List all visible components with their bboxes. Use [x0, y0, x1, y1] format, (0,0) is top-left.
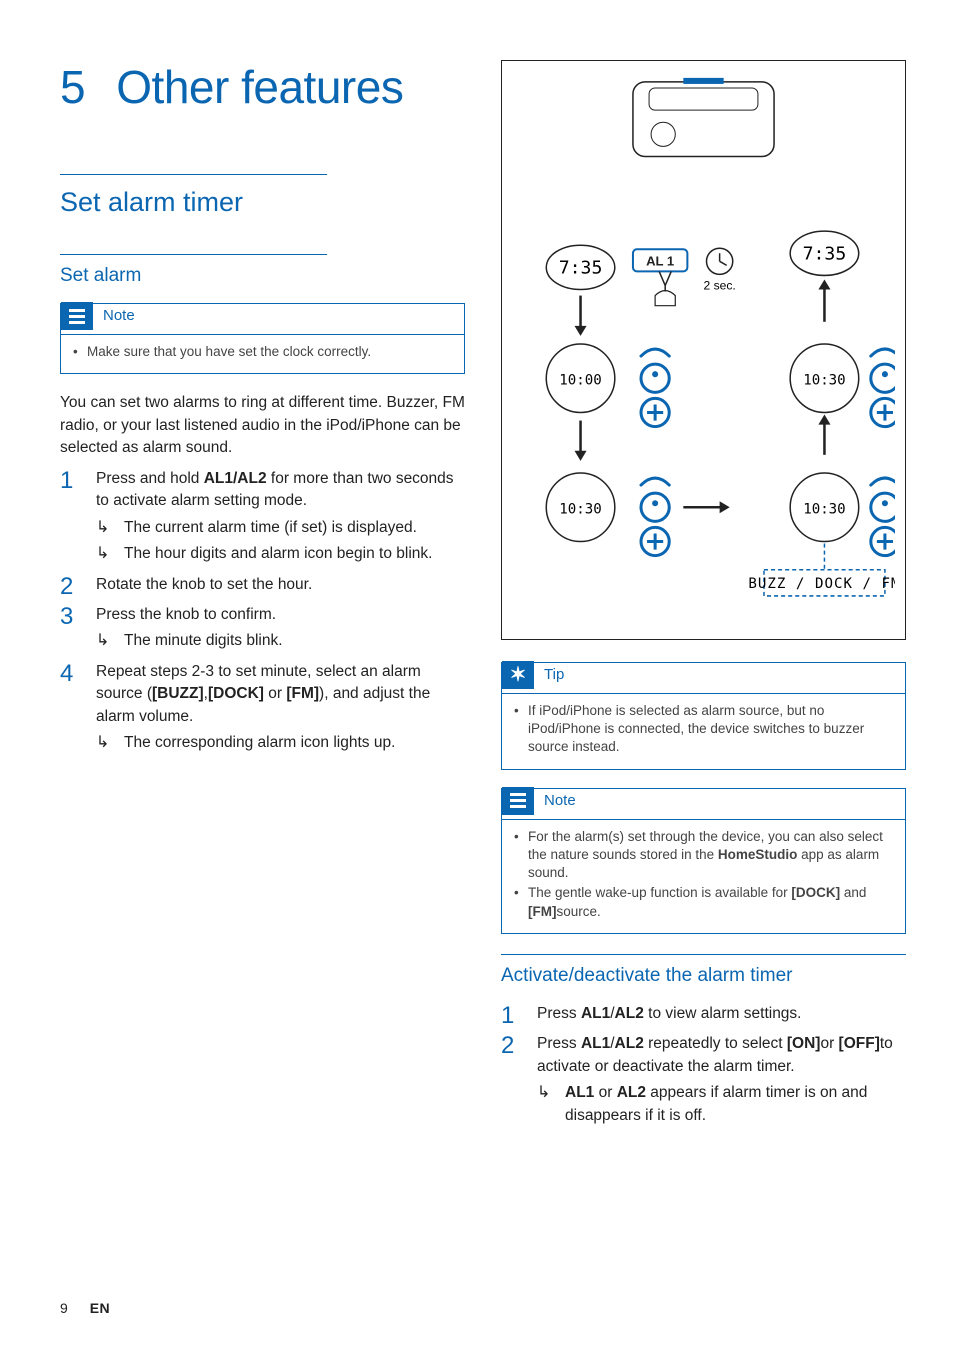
right-column: 7:35 AL 1 2 sec. 7:35: [501, 60, 906, 1310]
step-number: 2: [501, 1033, 523, 1131]
subsection-heading: Activate/deactivate the alarm timer: [501, 959, 906, 987]
callout-list: Make sure that you have set the clock co…: [61, 334, 464, 373]
callout-tab: ✶ Tip: [502, 661, 905, 691]
page-lang: EN: [90, 1300, 110, 1316]
alarm-diagram: 7:35 AL 1 2 sec. 7:35: [501, 60, 906, 640]
diagram-time: 7:35: [559, 257, 603, 278]
step-body: Repeat steps 2-3 to set minute, select a…: [96, 661, 465, 759]
chapter-number: 5: [60, 60, 104, 114]
subsection-heading: Set alarm: [60, 259, 465, 287]
step-body: Rotate the knob to set the hour.: [96, 574, 465, 600]
callout-item: The gentle wake-up function is available…: [514, 884, 895, 920]
step-number: 1: [501, 1003, 523, 1029]
note-icon: [502, 787, 534, 815]
step-number: 3: [60, 604, 82, 657]
knob-icon: [871, 349, 895, 427]
step-number: 4: [60, 661, 82, 759]
note-callout: Note For the alarm(s) set through the de…: [501, 788, 906, 934]
step-number: 2: [60, 574, 82, 600]
note-callout: Note Make sure that you have set the clo…: [60, 303, 465, 374]
diagram-al1-label: AL 1: [646, 253, 674, 268]
diagram-svg: 7:35 AL 1 2 sec. 7:35: [512, 73, 895, 623]
step: 1 Press and hold AL1/AL2 for more than t…: [60, 468, 465, 570]
result-arrow-icon: ↳: [96, 732, 114, 754]
page-footer: 9 EN: [60, 1300, 110, 1316]
sub-step: ↳ The hour digits and alarm icon begin t…: [96, 543, 465, 565]
diagram-source-label: BUZZ / DOCK / FM: [748, 576, 895, 592]
step: 2 Press AL1/AL2 repeatedly to select [ON…: [501, 1033, 906, 1131]
rule: [501, 954, 906, 955]
chapter-heading: 5 Other features: [60, 60, 465, 114]
step-body: Press AL1/AL2 repeatedly to select [ON]o…: [537, 1033, 906, 1131]
callout-item: If iPod/iPhone is selected as alarm sour…: [514, 702, 895, 757]
callout-item: Make sure that you have set the clock co…: [73, 343, 454, 361]
callout-tab: Note: [61, 302, 464, 332]
left-column: 5 Other features Set alarm timer Set ala…: [60, 60, 465, 1310]
diagram-2sec-label: 2 sec.: [704, 279, 736, 293]
callout-label: Note: [103, 306, 135, 326]
callout-label: Note: [544, 791, 576, 811]
steps-list: 1 Press and hold AL1/AL2 for more than t…: [60, 468, 465, 759]
callout-label: Tip: [544, 665, 564, 685]
page-number: 9: [60, 1300, 68, 1316]
diagram-time: 10:30: [803, 372, 845, 388]
step-body: Press and hold AL1/AL2 for more than two…: [96, 468, 465, 570]
sub-step: ↳ The corresponding alarm icon lights up…: [96, 732, 465, 754]
step: 1 Press AL1/AL2 to view alarm settings.: [501, 1003, 906, 1029]
step: 4 Repeat steps 2-3 to set minute, select…: [60, 661, 465, 759]
page: 5 Other features Set alarm timer Set ala…: [0, 0, 954, 1350]
sub-step: ↳ The current alarm time (if set) is dis…: [96, 517, 465, 539]
step-body: Press the knob to confirm. ↳ The minute …: [96, 604, 465, 657]
chapter-title: Other features: [116, 61, 403, 113]
callout-item: For the alarm(s) set through the device,…: [514, 828, 895, 883]
callout-tab: Note: [502, 787, 905, 817]
step-body: Press AL1/AL2 to view alarm settings.: [537, 1003, 906, 1029]
diagram-time: 10:30: [559, 501, 601, 517]
step: 2 Rotate the knob to set the hour.: [60, 574, 465, 600]
callout-list: For the alarm(s) set through the device,…: [502, 819, 905, 933]
tip-callout: ✶ Tip If iPod/iPhone is selected as alar…: [501, 662, 906, 770]
rule: [60, 174, 327, 175]
result-arrow-icon: ↳: [96, 543, 114, 565]
rule: [60, 254, 327, 255]
knob-icon: [641, 349, 669, 427]
sub-step: ↳ AL1 or AL2 appears if alarm timer is o…: [537, 1082, 906, 1127]
result-arrow-icon: ↳: [537, 1082, 555, 1127]
step: 3 Press the knob to confirm. ↳ The minut…: [60, 604, 465, 657]
result-arrow-icon: ↳: [96, 630, 114, 652]
tip-icon: ✶: [502, 661, 534, 689]
sub-step: ↳ The minute digits blink.: [96, 630, 465, 652]
diagram-time: 10:00: [559, 372, 601, 388]
intro-paragraph: You can set two alarms to ring at differ…: [60, 392, 465, 459]
diagram-time: 7:35: [803, 243, 847, 264]
callout-list: If iPod/iPhone is selected as alarm sour…: [502, 693, 905, 769]
step-number: 1: [60, 468, 82, 570]
note-icon: [61, 302, 93, 330]
result-arrow-icon: ↳: [96, 517, 114, 539]
steps-list: 1 Press AL1/AL2 to view alarm settings. …: [501, 1003, 906, 1131]
section-heading: Set alarm timer: [60, 179, 465, 218]
diagram-time: 10:30: [803, 501, 845, 517]
knob-icon: [871, 478, 895, 556]
knob-icon: [641, 478, 669, 556]
